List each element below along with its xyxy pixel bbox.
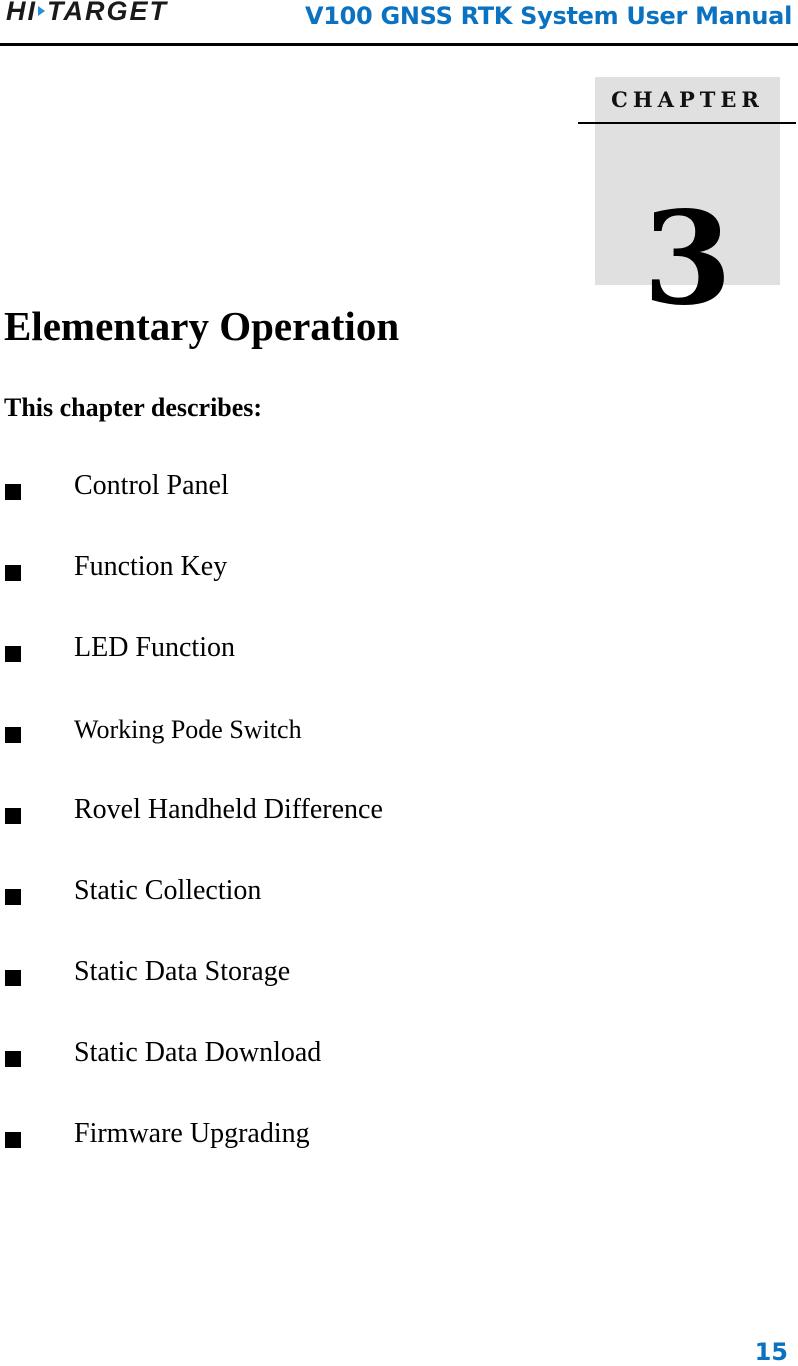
black-square-icon xyxy=(5,1132,21,1148)
list-item-label: Rovel Handheld Difference xyxy=(74,794,383,825)
list-item-label: Function Key xyxy=(74,551,228,582)
page-header: HI TARGET V100 GNSS RTK System User Manua… xyxy=(0,0,798,46)
list-item-label: Static Collection xyxy=(74,875,262,906)
chapter-badge: CHAPTER 3 xyxy=(595,77,780,323)
chapter-title: Elementary Operation xyxy=(4,303,400,349)
black-square-icon xyxy=(5,1051,21,1067)
list-item-label: Firmware Upgrading xyxy=(74,1118,310,1149)
chapter-number: 3 xyxy=(642,184,733,334)
black-square-icon xyxy=(5,646,21,662)
logo-text-target: TARGET xyxy=(47,0,168,26)
list-item-label: LED Function xyxy=(74,632,235,663)
black-square-icon xyxy=(5,727,21,743)
logo-text-hi: HI xyxy=(6,0,37,26)
hi-target-logo: HI TARGET xyxy=(6,0,168,27)
chapter-divider xyxy=(578,122,796,124)
play-triangle-icon xyxy=(38,6,45,17)
black-square-icon xyxy=(5,565,21,581)
chapter-label: CHAPTER xyxy=(611,87,764,112)
list-item-label: Control Panel xyxy=(74,470,229,501)
list-item-label: Static Data Download xyxy=(74,1037,322,1068)
page-number: 15 xyxy=(754,1338,788,1366)
black-square-icon xyxy=(5,808,21,824)
black-square-icon xyxy=(5,484,21,500)
black-square-icon xyxy=(5,889,21,905)
header-divider xyxy=(0,43,798,46)
list-item-label: Static Data Storage xyxy=(74,956,291,987)
document-title: V100 GNSS RTK System User Manual xyxy=(304,2,792,30)
list-item-label: Working Pode Switch xyxy=(74,715,302,744)
black-square-icon xyxy=(5,970,21,986)
chapter-intro: This chapter describes: xyxy=(4,393,263,422)
